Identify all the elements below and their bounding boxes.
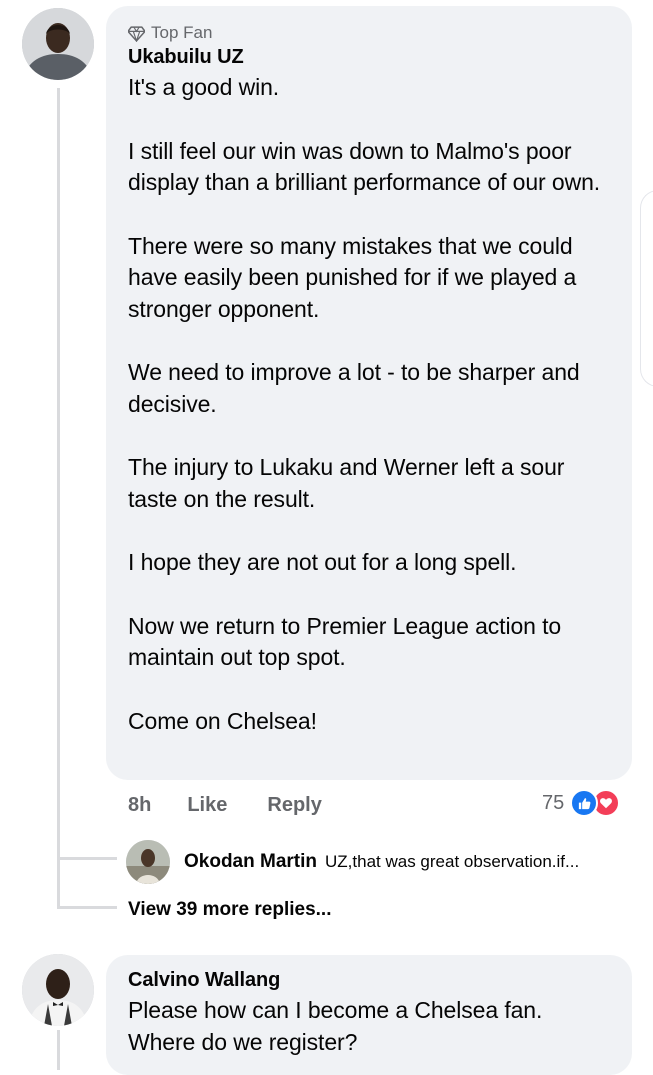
comment-paragraph: Please how can I become a Chelsea fan. W… bbox=[128, 997, 543, 1055]
reply-author[interactable]: Okodan Martin bbox=[184, 851, 317, 873]
like-button[interactable]: Like bbox=[187, 794, 227, 817]
reply-preview[interactable]: Okodan Martin UZ,that was great observat… bbox=[126, 840, 579, 884]
avatar[interactable] bbox=[126, 840, 170, 884]
diamond-icon bbox=[128, 25, 145, 42]
avatar[interactable] bbox=[22, 954, 94, 1026]
reaction-summary[interactable]: 75 bbox=[542, 788, 621, 818]
reaction-icons bbox=[570, 789, 621, 817]
profile-photo-icon bbox=[22, 8, 94, 80]
comment-author[interactable]: Calvino Wallang bbox=[128, 967, 610, 993]
view-more-replies-link[interactable]: View 39 more replies... bbox=[128, 899, 331, 921]
comment-paragraph: Now we return to Premier League action t… bbox=[128, 612, 562, 671]
avatar[interactable] bbox=[22, 8, 94, 80]
comment-paragraph: The injury to Lukaku and Werner left a s… bbox=[128, 454, 565, 512]
comment-bubble: Calvino Wallang Please how can I become … bbox=[106, 955, 632, 1075]
thread-branch bbox=[57, 857, 117, 860]
comment-paragraph: It's a good win. bbox=[128, 74, 280, 100]
reply-text: UZ,that was great observation.if... bbox=[325, 852, 580, 871]
thread-line bbox=[57, 1030, 60, 1070]
top-fan-badge: Top Fan bbox=[128, 22, 610, 44]
comment-paragraph: We need to improve a lot - to be sharper… bbox=[128, 359, 580, 417]
comment-paragraph: There were so many mistakes that we coul… bbox=[128, 232, 577, 322]
comment-paragraph: Come on Chelsea! bbox=[128, 707, 317, 734]
comment-text: It's a good win. I still feel our win wa… bbox=[128, 72, 610, 737]
comment-time[interactable]: 8h bbox=[128, 794, 151, 817]
reaction-count: 75 bbox=[542, 791, 565, 814]
reply-button[interactable]: Reply bbox=[267, 794, 321, 817]
comment-paragraph: I hope they are not out for a long spell… bbox=[128, 549, 517, 575]
thread-line bbox=[57, 88, 60, 908]
side-card bbox=[640, 190, 653, 387]
comment-bubble: Top Fan Ukabuilu UZ It's a good win. I s… bbox=[106, 6, 632, 780]
thread-branch bbox=[57, 906, 117, 909]
profile-photo-icon bbox=[22, 954, 94, 1026]
comment-paragraph: I still feel our win was down to Malmo's… bbox=[128, 137, 601, 196]
like-icon bbox=[570, 789, 599, 817]
badge-label: Top Fan bbox=[151, 23, 213, 42]
comment-author[interactable]: Ukabuilu UZ bbox=[128, 44, 610, 70]
comment-actions: 8h Like Reply bbox=[128, 792, 322, 818]
profile-photo-icon bbox=[126, 840, 170, 884]
